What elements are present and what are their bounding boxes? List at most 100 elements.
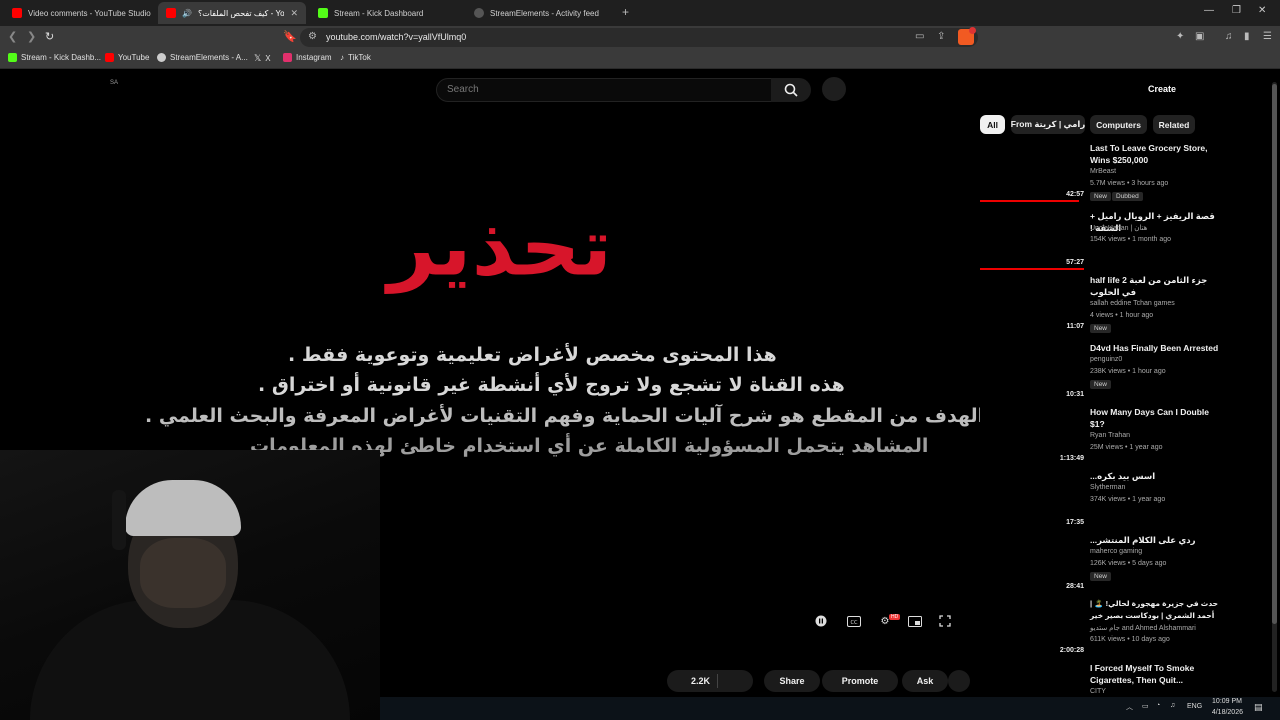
channel-name[interactable]: Slytherman [1090, 484, 1125, 491]
like-button[interactable]: 2.2K [667, 670, 753, 692]
video-thumbnail[interactable]: 17:35 [980, 470, 1084, 528]
search-button[interactable] [771, 78, 811, 102]
tab-label: Stream - Kick Dashboard [334, 8, 424, 18]
channel-name[interactable]: جام ستديو and Ahmed Alshammari [1090, 624, 1196, 632]
tray-chevron-icon[interactable]: ︿ [1126, 702, 1133, 712]
duration-badge: 17:35 [1066, 519, 1084, 526]
music-icon[interactable]: ♫ [1225, 31, 1233, 42]
chip-related[interactable]: Related [1153, 115, 1195, 134]
promote-button[interactable]: Promote [822, 670, 898, 692]
extensions-icon[interactable]: ✦ [1176, 31, 1184, 42]
share-icon[interactable]: ⇪ [937, 31, 945, 42]
channel-name[interactable]: CITY [1090, 688, 1106, 695]
bookmark-x[interactable]: 𝕏 X [254, 53, 271, 64]
scrollbar-thumb[interactable] [1272, 84, 1277, 624]
new-tab-icon[interactable]: + [622, 5, 629, 19]
video-title[interactable]: حدث في جزيرة مهجورة لحالي! 🏝️ | أحمد الش… [1090, 598, 1220, 622]
video-title[interactable]: اسس بيد بكره... [1090, 470, 1220, 482]
channel-name[interactable]: penguinz0 [1090, 356, 1122, 363]
video-player[interactable]: تحذير هذا المحتوى مخصص لأغراض تعليمية وت… [0, 70, 984, 720]
wallet-icon[interactable]: ▣ [1195, 31, 1204, 42]
network-icon[interactable]: ▭ [1142, 702, 1149, 710]
clock-time[interactable]: 10:09 PM [1210, 698, 1242, 705]
minimize-icon[interactable]: — [1204, 5, 1214, 16]
channel-name[interactable]: MrBeast [1090, 168, 1116, 175]
bookmark-youtube[interactable]: YouTube [105, 53, 149, 62]
new-badge: New [1090, 192, 1112, 201]
back-icon[interactable]: ❮ [8, 30, 17, 43]
chip-computers[interactable]: Computers [1090, 115, 1147, 134]
video-title[interactable]: جزء الثامن من لعبة half life 2 في الحلوب [1090, 274, 1220, 298]
bookmark-streamelements[interactable]: StreamElements - A... [157, 53, 248, 62]
clock-date[interactable]: 4/18/2026 [1207, 709, 1243, 716]
forward-icon[interactable]: ❯ [27, 30, 36, 43]
video-thumbnail[interactable]: 1:13:49 [980, 406, 1084, 464]
ask-button[interactable]: Ask [902, 670, 948, 692]
create-button[interactable]: Create [1148, 84, 1176, 94]
video-thumbnail[interactable]: 57:27 [980, 210, 1084, 270]
streamelements-icon [157, 53, 166, 62]
address-toolbar: ❮ ❯ ↻ 🔖 ⚙ youtube.com/watch?v=yallVfUlmq… [0, 26, 1280, 49]
video-thumbnail[interactable]: 42:57 [980, 142, 1084, 202]
share-button[interactable]: Share [764, 670, 820, 692]
search-input[interactable] [436, 78, 772, 102]
video-thumbnail[interactable]: 28:41 [980, 534, 1084, 592]
search-icon [784, 83, 798, 97]
bookmark-kick[interactable]: Stream - Kick Dashb... [8, 53, 101, 62]
language-indicator[interactable]: ENG [1187, 703, 1202, 710]
chip-all[interactable]: All [980, 115, 1005, 134]
video-thumbnail[interactable]: 10:31 [980, 342, 1084, 400]
maximize-icon[interactable]: ❐ [1232, 5, 1241, 16]
video-title[interactable]: Last To Leave Grocery Store, Wins $250,0… [1090, 142, 1220, 166]
menu-icon[interactable]: ☰ [1263, 31, 1272, 42]
video-thumbnail[interactable]: 2:00:28 [980, 598, 1084, 656]
media-icon[interactable]: ▭ [915, 31, 924, 42]
youtube-icon [12, 8, 22, 18]
reload-icon[interactable]: ↻ [45, 30, 54, 43]
channel-name[interactable]: sallah eddine Tchan games [1090, 300, 1175, 307]
like-count: 2.2K [691, 676, 711, 686]
video-title[interactable]: I Forced Myself To Smoke Cigarettes, The… [1090, 662, 1220, 686]
tab-kick-dashboard[interactable]: Stream - Kick Dashboard [310, 2, 460, 24]
url-text[interactable]: youtube.com/watch?v=yallVfUlmq0 [326, 32, 466, 42]
bookmark-instagram[interactable]: Instagram [283, 53, 332, 62]
video-title[interactable]: D4vd Has Finally Been Arrested [1090, 342, 1220, 354]
pause-icon[interactable] [813, 614, 829, 628]
wifi-icon[interactable]: ◔ [1156, 702, 1160, 709]
more-actions-button[interactable] [948, 670, 970, 692]
volume-icon[interactable]: ♫ [1170, 702, 1175, 709]
video-meta: 374K views • 1 year ago [1090, 496, 1166, 503]
miniplayer-icon[interactable] [907, 614, 923, 628]
channel-name[interactable]: Ryan Trahan [1090, 432, 1130, 439]
chip-from-channel[interactable]: From رامي | كريتة [1011, 115, 1085, 134]
video-thumbnail[interactable]: 11:07 [980, 274, 1084, 332]
tab-streamelements[interactable]: StreamElements - Activity feed [466, 2, 618, 24]
tab-youtube-video[interactable]: 🔊 كيف تفحص الملفات؟ - YouTube ✕ [158, 2, 306, 24]
channel-name[interactable]: maherco gaming [1090, 548, 1142, 555]
close-icon[interactable]: ✕ [290, 8, 298, 19]
tab-youtube-studio[interactable]: Video comments - YouTube Studio [4, 2, 156, 24]
bookmark-icon[interactable]: 🔖 [283, 30, 297, 43]
brave-shields-icon[interactable] [958, 27, 976, 45]
window-close-icon[interactable]: ✕ [1258, 5, 1266, 16]
video-title[interactable]: ردي على الكلام المنتشر... [1090, 534, 1220, 546]
fullscreen-icon[interactable] [937, 614, 953, 628]
duration-badge: 10:31 [1066, 391, 1084, 398]
notification-icon[interactable]: ▤ [1254, 702, 1263, 713]
bookmark-tiktok[interactable]: ♪ TikTok [340, 53, 371, 62]
site-info-icon[interactable]: ⚙ [308, 31, 317, 42]
video-title[interactable]: How Many Days Can I Double $1? [1090, 406, 1220, 430]
captions-icon[interactable]: CC [846, 614, 862, 628]
voice-search-button[interactable] [822, 77, 846, 101]
kick-icon [318, 8, 328, 18]
sidebar-icon[interactable]: ▮ [1244, 31, 1250, 42]
duration-badge: 11:07 [1066, 323, 1084, 330]
watch-progress [980, 200, 1079, 202]
webcam-overlay [0, 450, 380, 720]
channel-name[interactable]: UncleHattan | هتان [1090, 224, 1147, 232]
new-badge: New [1090, 380, 1112, 389]
bookmark-label: TikTok [348, 53, 371, 62]
bookmark-label: YouTube [118, 53, 150, 62]
video-meta: 238K views • 1 hour ago [1090, 368, 1166, 375]
video-meta: 4 views • 1 hour ago [1090, 312, 1154, 319]
